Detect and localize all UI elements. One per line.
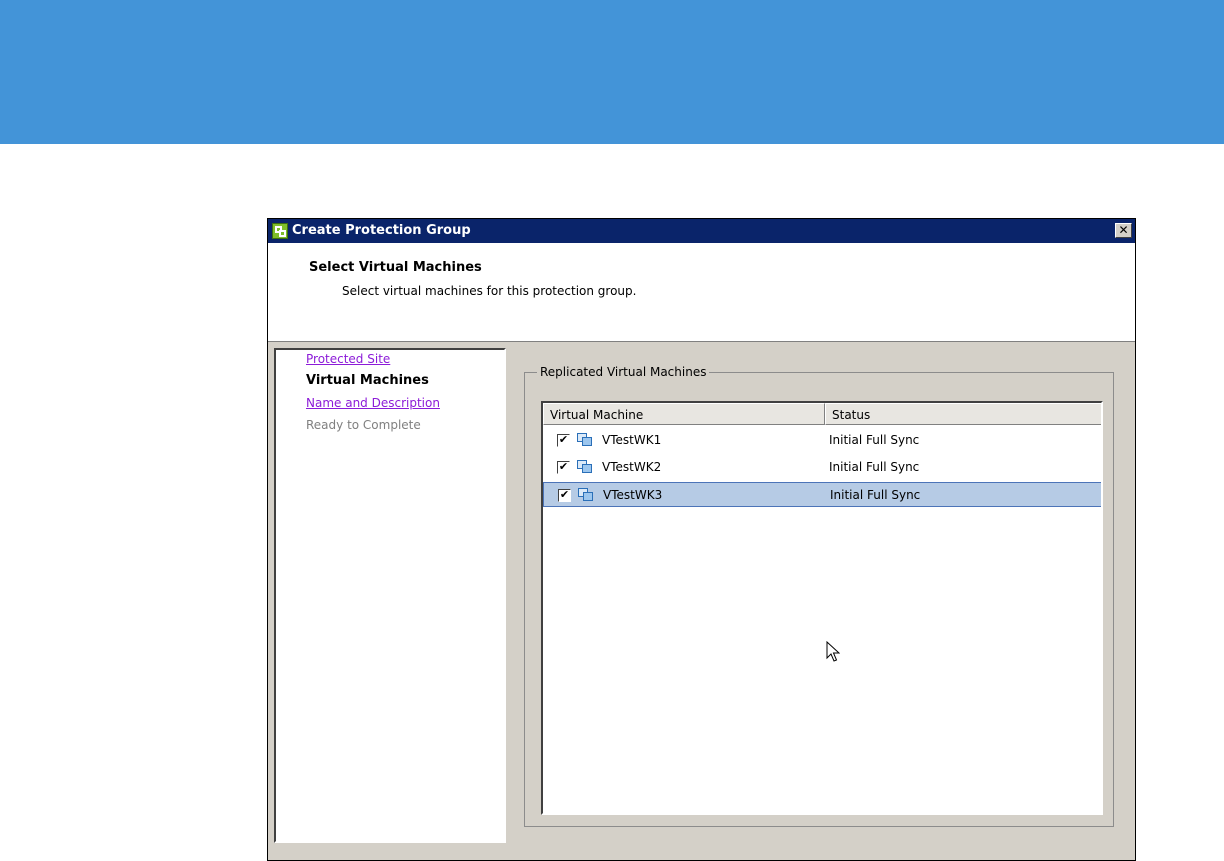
protection-group-icon bbox=[272, 223, 288, 239]
virtual-machine-icon bbox=[577, 433, 593, 447]
list-header: Virtual Machine Status bbox=[543, 403, 1101, 425]
vm-name: VTestWK2 bbox=[602, 460, 662, 474]
vm-name: VTestWK3 bbox=[603, 488, 663, 502]
column-header-status[interactable]: Status bbox=[825, 403, 1101, 425]
close-button[interactable]: ✕ bbox=[1115, 223, 1132, 238]
column-header-virtual-machine[interactable]: Virtual Machine bbox=[543, 403, 825, 425]
table-row[interactable]: ✔ VTestWK1 Initial Full Sync bbox=[543, 428, 1101, 453]
row-checkbox[interactable]: ✔ bbox=[557, 461, 570, 474]
top-banner bbox=[0, 0, 1224, 144]
step-ready-to-complete: Ready to Complete bbox=[306, 418, 421, 432]
close-icon: ✕ bbox=[1118, 223, 1129, 237]
row-checkbox[interactable]: ✔ bbox=[558, 489, 571, 502]
dialog-title: Create Protection Group bbox=[292, 223, 471, 238]
page-subtitle: Select virtual machines for this protect… bbox=[342, 284, 637, 298]
create-protection-group-dialog: Create Protection Group ✕ Select Virtual… bbox=[267, 218, 1136, 861]
wizard-steps-panel: Protected Site Virtual Machines Name and… bbox=[274, 348, 506, 843]
vm-name: VTestWK1 bbox=[602, 433, 662, 447]
vm-status: Initial Full Sync bbox=[829, 433, 920, 447]
vm-status: Initial Full Sync bbox=[830, 488, 921, 502]
row-checkbox[interactable]: ✔ bbox=[557, 434, 570, 447]
vm-status: Initial Full Sync bbox=[829, 460, 920, 474]
step-protected-site[interactable]: Protected Site bbox=[306, 352, 390, 366]
step-name-and-description[interactable]: Name and Description bbox=[306, 396, 440, 410]
group-legend: Replicated Virtual Machines bbox=[537, 365, 710, 379]
virtual-machine-icon bbox=[577, 460, 593, 474]
page-title: Select Virtual Machines bbox=[309, 260, 482, 275]
mouse-pointer-icon bbox=[826, 641, 840, 662]
virtual-machine-icon bbox=[578, 488, 594, 502]
wizard-header: Select Virtual Machines Select virtual m… bbox=[268, 243, 1135, 342]
step-virtual-machines: Virtual Machines bbox=[306, 373, 429, 388]
dialog-titlebar[interactable]: Create Protection Group ✕ bbox=[268, 219, 1135, 243]
table-row[interactable]: ✔ VTestWK2 Initial Full Sync bbox=[543, 455, 1101, 480]
vm-list[interactable]: Virtual Machine Status ✔ VTestWK1 Initia… bbox=[541, 401, 1103, 815]
table-row[interactable]: ✔ VTestWK3 Initial Full Sync bbox=[543, 482, 1101, 507]
